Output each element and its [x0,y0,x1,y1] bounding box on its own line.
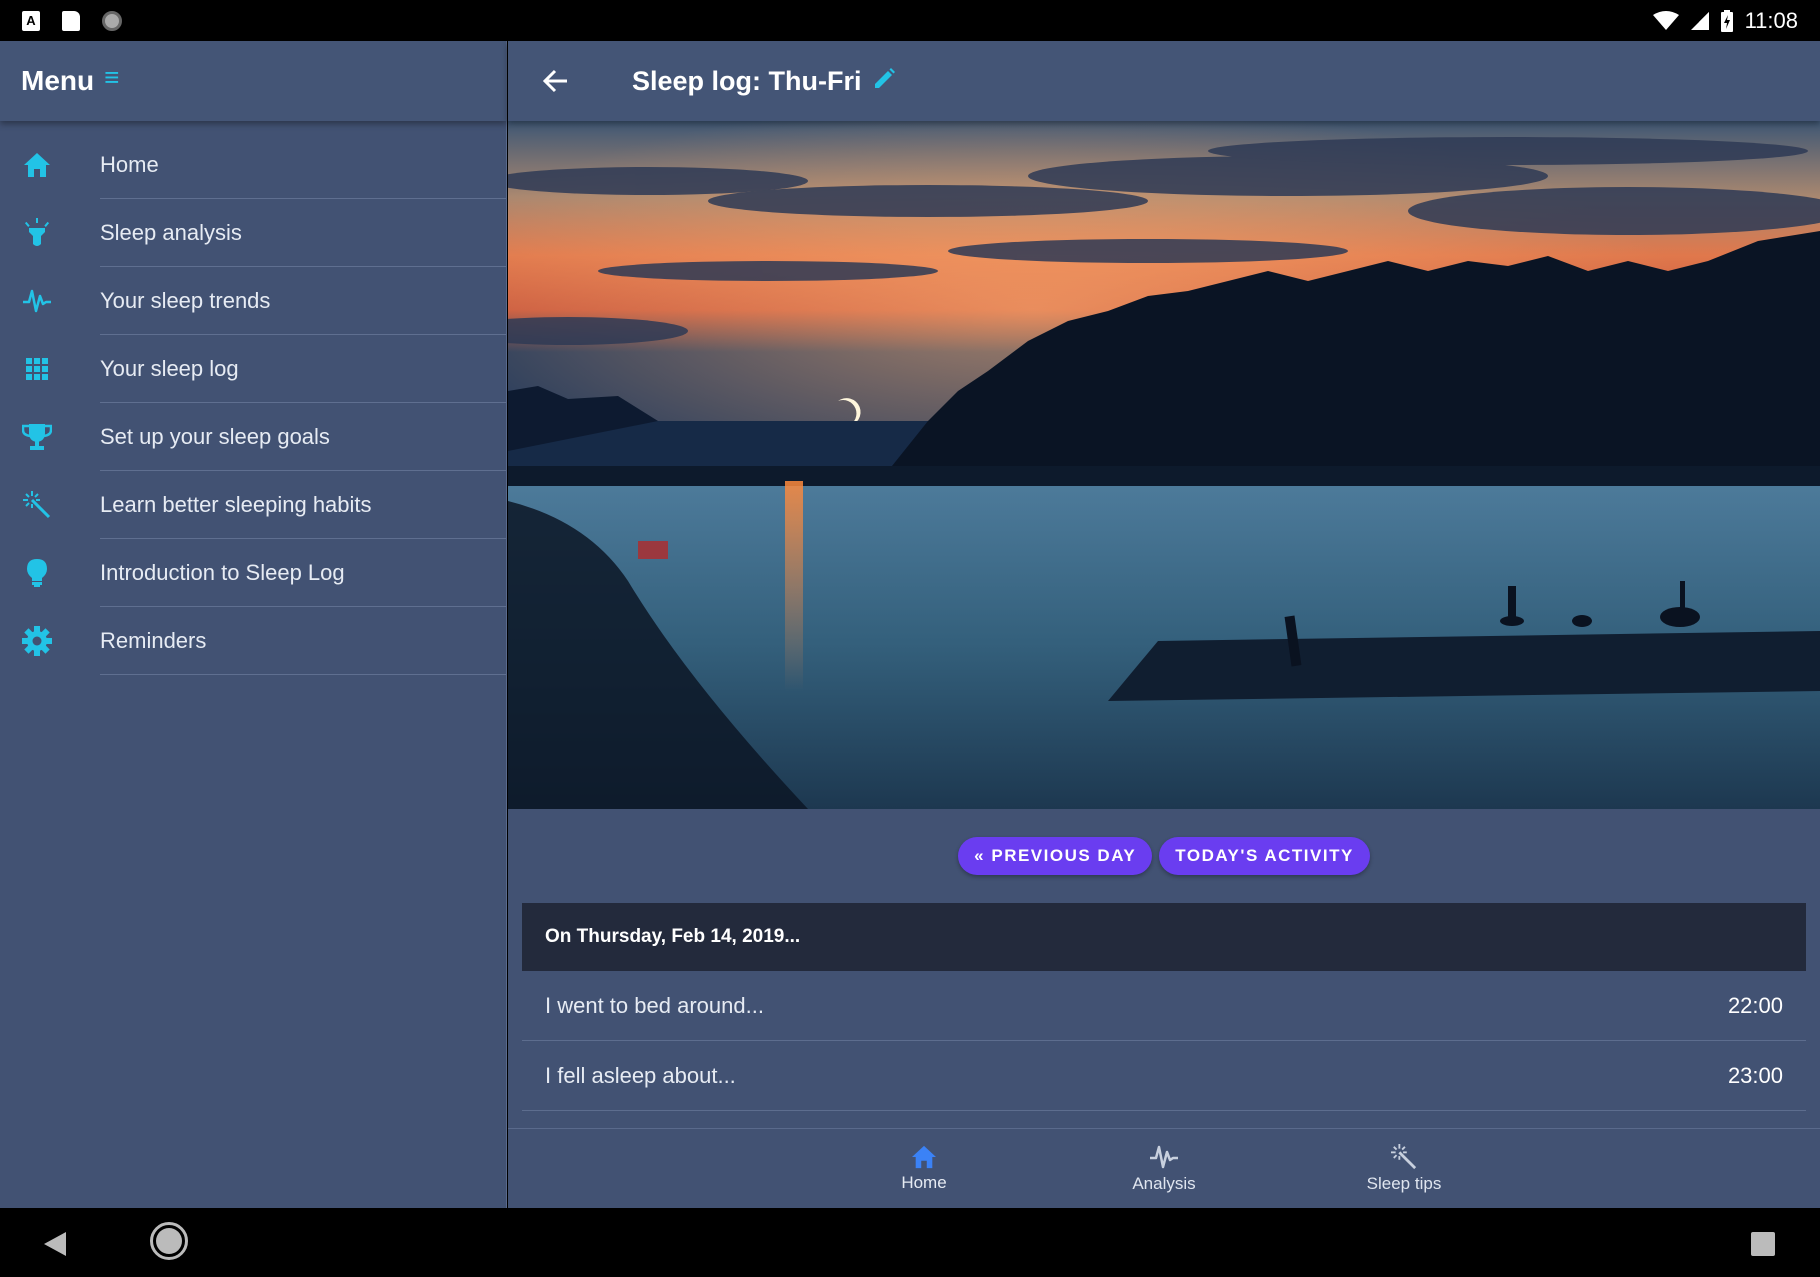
drawer-title: Menu [21,65,95,96]
sync-circle-icon [102,10,122,31]
sidebar-item-home[interactable]: Home [0,131,506,199]
bottom-nav-sleep-tips[interactable]: Sleep tips [1284,1129,1524,1208]
sidebar-item-label: Home [100,131,506,199]
page-title: Sleep log: Thu-Fri [632,65,862,96]
log-row-label: I went to bed around... [545,992,764,1018]
sidebar-item-label: Your sleep trends [100,267,506,335]
sidebar-item-label: Learn better sleeping habits [100,471,506,539]
arrow-left-icon [542,69,567,93]
gear-icon [0,626,100,656]
todays-activity-button[interactable]: TODAY'S ACTIVITY [1159,837,1370,875]
sidebar-item-sleep-analysis[interactable]: Sleep analysis [0,199,506,267]
bottom-navigation: Home Analysis Sleep tips [508,1128,1820,1208]
status-bar: A 11:08 [0,0,1820,41]
log-row-value: 22:00 [1727,992,1783,1018]
drawer-header: Menu ≡ [0,41,506,121]
navigation-drawer: Menu ≡ Home Sleep analysis Your sleep tr… [0,41,507,1208]
previous-day-button[interactable]: « PREVIOUS DAY [958,837,1153,875]
bottom-nav-label: Home [901,1172,947,1192]
magic-wand-icon [1391,1143,1417,1169]
wifi-icon [1652,10,1679,30]
sidebar-item-label: Your sleep log [100,335,506,403]
system-home-button[interactable] [150,1222,188,1260]
status-left: A [22,10,122,31]
log-row-value: 23:00 [1727,1062,1783,1088]
sidebar-item-sleep-trends[interactable]: Your sleep trends [0,267,506,335]
home-icon [912,1145,936,1168]
status-right: 11:08 [1652,7,1798,34]
pencil-icon [874,67,895,88]
battery-charging-icon [1720,9,1733,32]
grid-icon [0,358,100,380]
bottom-nav-label: Analysis [1132,1173,1196,1193]
sidebar-item-label: Sleep analysis [100,199,506,267]
sidebar-item-label: Set up your sleep goals [100,403,506,471]
system-navigation-bar [0,1208,1820,1277]
sidebar-item-sleep-goals[interactable]: Set up your sleep goals [0,403,506,471]
pulse-icon [1150,1145,1178,1168]
sidebar-item-sleeping-habits[interactable]: Learn better sleeping habits [0,471,506,539]
sidebar-item-sleep-log[interactable]: Your sleep log [0,335,506,403]
drawer-menu: Home Sleep analysis Your sleep trends Yo… [0,121,506,675]
edit-title-button[interactable] [872,67,896,96]
system-back-icon[interactable] [42,1230,68,1258]
bottom-nav-label: Sleep tips [1366,1173,1442,1193]
lightbulb-rays-icon [0,218,100,248]
sidebar-item-label: Reminders [100,607,506,675]
main-content: Sleep log: Thu-Fri « PREVIOUS DAY TODAY'… [508,41,1820,1208]
lightbulb-icon [0,558,100,588]
sidebar-item-introduction[interactable]: Introduction to Sleep Log [0,539,506,607]
log-date-header: On Thursday, Feb 14, 2019... [522,903,1806,971]
header-image-lake-sunset [508,121,1820,809]
sd-card-icon [62,10,80,31]
system-recents-icon[interactable] [1751,1232,1775,1256]
clock: 11:08 [1744,7,1798,33]
bottom-nav-home[interactable]: Home [804,1129,1044,1208]
sleep-log-card: On Thursday, Feb 14, 2019... I went to b… [522,903,1806,1111]
trophy-icon [0,423,100,451]
day-navigation: « PREVIOUS DAY TODAY'S ACTIVITY [508,809,1820,903]
notification-a-icon: A [22,10,40,31]
bottom-nav-analysis[interactable]: Analysis [1044,1129,1284,1208]
log-row-label: I fell asleep about... [545,1062,736,1088]
sidebar-item-reminders[interactable]: Reminders [0,607,506,675]
sidebar-item-label: Introduction to Sleep Log [100,539,506,607]
pulse-icon [0,288,100,314]
log-row-bedtime[interactable]: I went to bed around... 22:00 [522,971,1806,1041]
app-bar: Sleep log: Thu-Fri [508,41,1820,121]
log-row-fell-asleep[interactable]: I fell asleep about... 23:00 [522,1041,1806,1111]
magic-wand-icon [0,491,100,519]
home-icon [0,152,100,178]
home-circle-icon [156,1228,182,1254]
back-button[interactable] [530,56,580,106]
hamburger-menu-icon[interactable]: ≡ [104,64,119,90]
signal-icon [1690,11,1709,30]
